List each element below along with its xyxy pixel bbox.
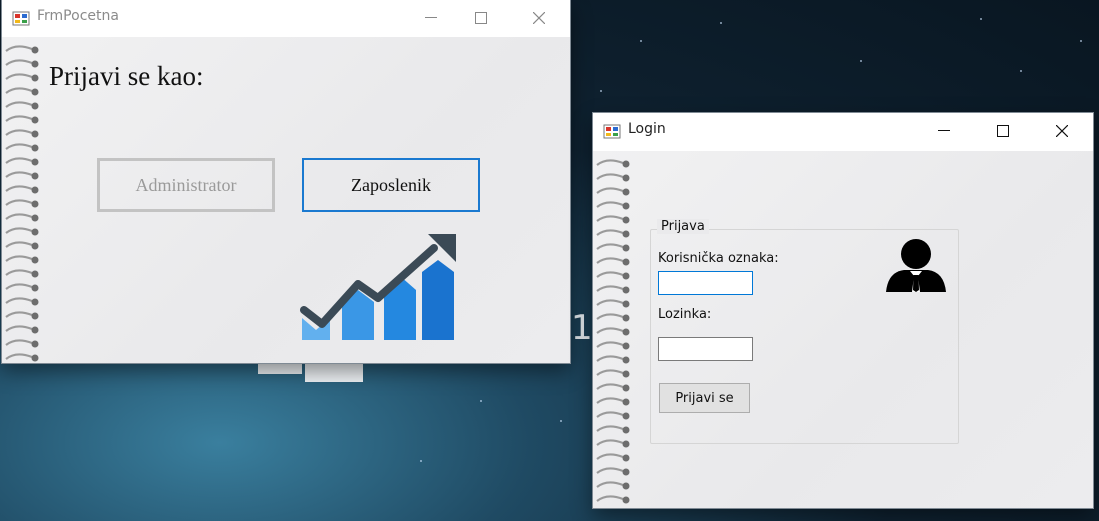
close-icon: [1056, 125, 1068, 137]
login-submit-button[interactable]: Prijavi se: [659, 383, 750, 413]
password-input[interactable]: [658, 337, 753, 361]
form-client-area: Prijavi se kao: Administrator Zaposlenik: [2, 37, 570, 363]
minimize-button[interactable]: [921, 113, 967, 149]
password-label: Lozinka:: [658, 307, 712, 322]
login-as-heading: Prijavi se kao:: [49, 61, 204, 91]
notebook-spiral-decoration: [596, 159, 630, 504]
minimize-icon: [938, 130, 950, 131]
close-icon: [533, 12, 545, 24]
title-bar[interactable]: Login: [593, 113, 1093, 149]
close-button[interactable]: [1039, 113, 1085, 149]
windows-logo-tile: [305, 364, 363, 382]
windows-logo-tile: [258, 364, 302, 374]
username-input[interactable]: [658, 271, 753, 295]
close-button[interactable]: [516, 0, 562, 36]
minimize-button[interactable]: [408, 0, 454, 36]
employee-button[interactable]: Zaposlenik: [302, 158, 480, 212]
maximize-button[interactable]: [458, 0, 504, 36]
user-tie-icon: [886, 239, 946, 292]
growth-chart-icon: [300, 234, 456, 340]
groupbox-title: Prijava: [657, 219, 709, 234]
minimize-icon: [425, 17, 437, 18]
title-bar[interactable]: FrmPocetna: [2, 0, 570, 36]
username-label: Korisnička oznaka:: [658, 251, 779, 266]
window-title: FrmPocetna: [37, 8, 119, 24]
notebook-spiral-decoration: [5, 45, 39, 362]
desktop-stray-digit: 1: [571, 308, 593, 348]
maximize-button[interactable]: [980, 113, 1026, 149]
window-title: Login: [628, 121, 666, 137]
administrator-button[interactable]: Administrator: [97, 158, 275, 212]
app-form-icon: [603, 124, 621, 139]
maximize-icon: [475, 12, 487, 24]
app-form-icon: [12, 11, 30, 26]
maximize-icon: [997, 125, 1009, 137]
frm-pocetna-window: FrmPocetna Prijavi se kao: Administrator…: [2, 0, 570, 363]
